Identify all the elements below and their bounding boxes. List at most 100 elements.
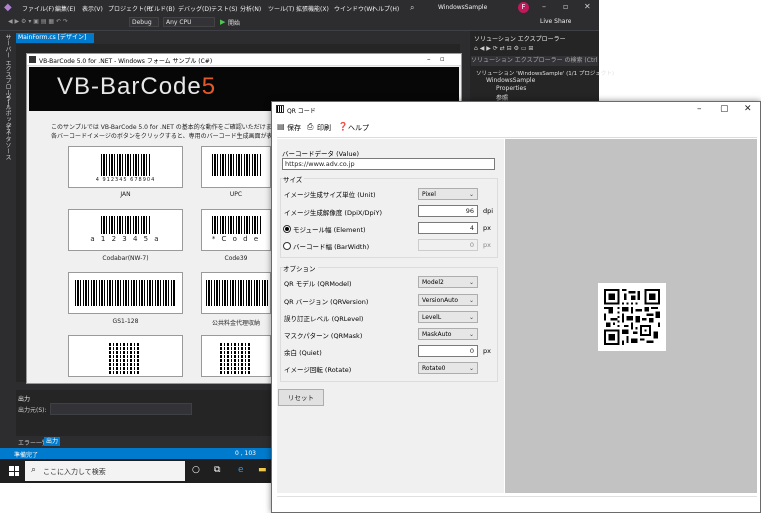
qr-window-title: QR コード bbox=[287, 108, 316, 115]
se-solution-node[interactable]: ソリューション 'WindowsSample' (1/1 プロジェクト) bbox=[476, 69, 614, 77]
element-label: モジュール幅 (Element) bbox=[293, 226, 366, 234]
edge-icon[interactable]: e bbox=[238, 465, 244, 475]
menu-tools[interactable]: ツール(T) bbox=[268, 4, 294, 13]
mask-select[interactable]: MaskAuto ⌄ bbox=[418, 328, 478, 340]
maximize-icon[interactable]: ▫ bbox=[563, 2, 568, 11]
size-group-title: サイズ bbox=[283, 174, 305, 184]
reset-button[interactable]: リセット bbox=[278, 389, 324, 406]
form-title: VB-BarCode 5.0 for .NET - Windows フォーム サ… bbox=[39, 58, 213, 65]
data-sources-tab[interactable]: データソース bbox=[3, 124, 12, 160]
menu-debug[interactable]: デバッグ(D) bbox=[178, 4, 211, 13]
help-button[interactable]: ヘルプ bbox=[348, 123, 369, 133]
intro-text-2: 各バーコードイメージのボタンをクリックすると、専用のバーコード生成画面が表示さ bbox=[51, 133, 285, 140]
taskbar-search-icon: ⌕ bbox=[31, 465, 37, 475]
barwidth-input[interactable]: 0 bbox=[418, 239, 478, 251]
level-label: 誤り訂正レベル (QRLevel) bbox=[284, 315, 364, 323]
chevron-down-icon: ⌄ bbox=[468, 365, 474, 372]
status-text: 準備完了 bbox=[14, 452, 39, 459]
platform-select[interactable]: Any CPU bbox=[163, 17, 215, 27]
cortana-icon[interactable]: ○ bbox=[192, 465, 200, 475]
minimize-icon[interactable]: – bbox=[542, 2, 546, 11]
menu-view[interactable]: 表示(V) bbox=[82, 4, 103, 13]
menu-edit[interactable]: 編集(E) bbox=[55, 4, 75, 13]
rotate-select[interactable]: Rotate0 ⌄ bbox=[418, 362, 478, 374]
dpi-label: イメージ生成解像度 (DpiX/DpiY) bbox=[284, 209, 382, 217]
se-properties-node[interactable]: Properties bbox=[496, 85, 526, 92]
save-button[interactable]: 保存 bbox=[287, 123, 301, 133]
version-select[interactable]: VersionAuto ⌄ bbox=[418, 294, 478, 306]
output-title: 出力 bbox=[18, 396, 31, 403]
model-select[interactable]: Model2 ⌄ bbox=[418, 276, 478, 288]
quiet-input[interactable]: 0 bbox=[418, 345, 478, 357]
solution-title: WindowsSample bbox=[438, 4, 488, 11]
dpi-input[interactable]: 96 bbox=[418, 205, 478, 217]
start-play-icon[interactable]: ▶ bbox=[220, 18, 225, 26]
configuration-select[interactable]: Debug bbox=[129, 17, 159, 27]
menu-analyze[interactable]: 分析(N) bbox=[240, 4, 261, 13]
solution-explorer-search[interactable]: ソリューション エクスプローラー の検索 (Ctrl+;) bbox=[471, 56, 598, 66]
qr-barcode-button-1[interactable] bbox=[68, 335, 183, 377]
qr-minimize-icon[interactable]: – bbox=[697, 104, 702, 114]
menu-window[interactable]: ウインドウ(W) bbox=[334, 4, 375, 13]
code39-barcode-button[interactable]: * C o d e bbox=[201, 209, 271, 251]
jan-label: JAN bbox=[120, 191, 131, 198]
qr-barcode-button-2[interactable] bbox=[201, 335, 271, 377]
solution-explorer-toolbar-icons[interactable]: ⌂ ◀ ▶ ⟳ ⇄ ⊟ ⚙ ▭ ⊞ bbox=[474, 45, 533, 52]
barcode-digits: 4 912345 678904 bbox=[95, 177, 156, 183]
upc-label: UPC bbox=[229, 191, 243, 198]
barcode-image bbox=[206, 280, 268, 306]
designer-doc-tab[interactable]: MainForm.cs [デザイン] bbox=[16, 33, 94, 43]
gs1-128-barcode-button[interactable] bbox=[68, 272, 183, 314]
menu-file[interactable]: ファイル(F) bbox=[22, 4, 54, 13]
barwidth-label: バーコード幅 (BarWidth) bbox=[293, 243, 370, 251]
form-maximize-icon: ▫ bbox=[440, 55, 445, 63]
jan-barcode-button[interactable]: 4 912345 678904 bbox=[68, 146, 183, 188]
version-label: QR バージョン (QRVersion) bbox=[284, 298, 369, 306]
element-input[interactable]: 4 bbox=[418, 222, 478, 234]
windows-start-icon[interactable] bbox=[9, 466, 19, 476]
menu-test[interactable]: テスト(S) bbox=[211, 4, 238, 13]
task-view-icon[interactable]: ⧉ bbox=[214, 465, 220, 475]
quiet-unit: px bbox=[483, 347, 491, 355]
utility-payment-label: 公共料金代理収納 bbox=[211, 320, 260, 327]
close-icon[interactable]: ✕ bbox=[584, 2, 591, 11]
gs1-128-label: GS1-128 bbox=[112, 318, 139, 325]
live-share-button[interactable]: Live Share bbox=[540, 18, 571, 25]
toolbar-divider bbox=[277, 137, 757, 138]
menu-build[interactable]: ビルド(B) bbox=[148, 4, 175, 13]
chevron-down-icon: ⌄ bbox=[468, 297, 474, 304]
value-input[interactable]: https://www.adv.co.jp bbox=[282, 158, 495, 170]
qr-image bbox=[109, 342, 141, 374]
taskbar-search-placeholder: ここに入力して検索 bbox=[43, 468, 106, 476]
menu-help[interactable]: ヘルプ(H) bbox=[372, 4, 399, 13]
qr-maximize-icon[interactable]: ▢ bbox=[720, 104, 729, 114]
barwidth-radio[interactable] bbox=[283, 242, 291, 250]
chevron-down-icon: ⌄ bbox=[468, 279, 474, 286]
menu-project[interactable]: プロジェクト(P) bbox=[108, 4, 152, 13]
output-source-select[interactable] bbox=[50, 403, 192, 415]
unit-select[interactable]: Pixel ⌄ bbox=[418, 188, 478, 200]
options-group-title: オプション bbox=[283, 263, 318, 273]
start-button[interactable]: 開始 bbox=[228, 18, 240, 27]
search-icon[interactable]: ⌕ bbox=[410, 3, 414, 13]
brand-logo: VB-BarCode5 bbox=[57, 73, 217, 100]
codabar-barcode-button[interactable]: a 1 2 3 4 5 a bbox=[68, 209, 183, 251]
toolbar-nav-icons[interactable]: ◀ ▶ ⚙ ▾ ▣ ▤ ▦ ↶ ↷ bbox=[8, 18, 68, 25]
barcode-image bbox=[101, 216, 151, 234]
output-tab[interactable]: 出力 bbox=[44, 437, 61, 446]
intro-text-1: このサンプルでは VB-BarCode 5.0 for .NET の基本的な動作… bbox=[51, 124, 284, 131]
element-radio[interactable] bbox=[283, 225, 291, 233]
barcode-digits: a 1 2 3 4 5 a bbox=[90, 235, 161, 243]
user-avatar[interactable]: F bbox=[518, 2, 529, 13]
level-select[interactable]: LevelL ⌄ bbox=[418, 311, 478, 323]
barwidth-unit: px bbox=[483, 241, 491, 249]
qr-close-icon[interactable]: ✕ bbox=[744, 104, 752, 114]
se-project-node[interactable]: WindowsSample bbox=[486, 77, 535, 84]
upc-barcode-button[interactable] bbox=[201, 146, 271, 188]
menu-extensions[interactable]: 拡張機能(X) bbox=[296, 4, 329, 13]
status-position: 0 , 103 bbox=[235, 450, 256, 457]
qr-code-image bbox=[604, 289, 660, 345]
print-button[interactable]: 印刷 bbox=[317, 123, 331, 133]
utility-payment-barcode-button[interactable] bbox=[201, 272, 271, 314]
file-explorer-icon[interactable]: ▬ bbox=[258, 465, 267, 475]
